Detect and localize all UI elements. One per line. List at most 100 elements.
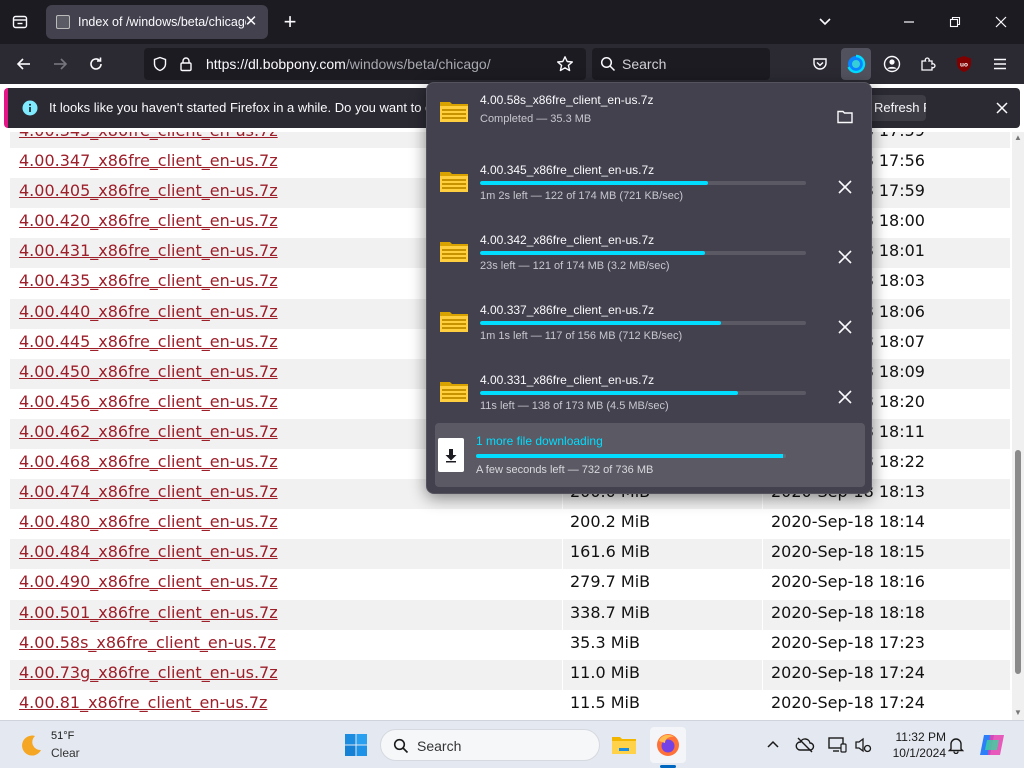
file-link[interactable]: 4.00.420_x86fre_client_en-us.7z <box>19 211 278 230</box>
open-folder-icon <box>837 110 853 124</box>
volume-tray-button[interactable] <box>851 733 875 757</box>
file-link[interactable]: 4.00.440_x86fre_client_en-us.7z <box>19 302 278 321</box>
scrollbar-thumb[interactable] <box>1015 450 1021 674</box>
system-clock[interactable]: 11:32 PM 10/1/2024 <box>880 729 946 761</box>
file-link[interactable]: 4.00.490_x86fre_client_en-us.7z <box>19 572 278 591</box>
downloads-panel: 4.00.58s_x86fre_client_en-us.7z Completed… <box>426 82 872 494</box>
pocket-button[interactable] <box>806 50 834 78</box>
file-link[interactable]: 4.00.501_x86fre_client_en-us.7z <box>19 603 278 622</box>
copilot-button[interactable] <box>976 729 1008 761</box>
hamburger-menu-icon <box>994 58 1006 70</box>
restore-icon <box>949 16 961 28</box>
close-window-button[interactable] <box>978 0 1024 44</box>
download-filename: 4.00.58s_x86fre_client_en-us.7z <box>480 93 654 107</box>
show-hidden-icons-button[interactable] <box>761 733 785 757</box>
file-link[interactable]: 4.00.345_x86fre_client_en-us.7z <box>19 132 278 140</box>
file-link[interactable]: 4.00.474_x86fre_client_en-us.7z <box>19 482 278 501</box>
cancel-download-button[interactable] <box>831 173 859 201</box>
taskbar-search[interactable]: Search <box>380 729 600 761</box>
file-link[interactable]: 4.00.431_x86fre_client_en-us.7z <box>19 241 278 260</box>
file-link[interactable]: 4.00.347_x86fre_client_en-us.7z <box>19 151 278 170</box>
tab-overflow-button[interactable] <box>812 10 838 34</box>
firefox-icon <box>657 734 679 756</box>
file-link[interactable]: 4.00.405_x86fre_client_en-us.7z <box>19 181 278 200</box>
archive-file-icon <box>440 382 468 402</box>
list-all-tabs-button[interactable] <box>0 0 40 44</box>
file-link[interactable]: 4.00.480_x86fre_client_en-us.7z <box>19 512 278 531</box>
tab-close-icon[interactable]: ✕ <box>242 13 260 31</box>
archive-file-icon <box>440 312 468 332</box>
notification-close-icon[interactable] <box>996 102 1008 114</box>
lock-icon[interactable] <box>178 56 194 72</box>
address-bar[interactable]: https://dl.bobpony.com/windows/beta/chic… <box>144 48 586 80</box>
forward-button[interactable] <box>46 50 74 78</box>
download-item[interactable]: 4.00.337_x86fre_client_en-us.7z 1m 1s lef… <box>435 295 865 357</box>
download-item[interactable]: 4.00.342_x86fre_client_en-us.7z 23s left … <box>435 225 865 287</box>
weather-temperature: 51°F <box>51 730 75 742</box>
display-tray-button[interactable] <box>825 733 849 757</box>
file-link[interactable]: 4.00.435_x86fre_client_en-us.7z <box>19 271 278 290</box>
column-divider <box>762 539 763 570</box>
column-divider <box>762 599 763 630</box>
scroll-up-icon[interactable]: ▲ <box>1014 134 1022 142</box>
file-link[interactable]: 4.00.73g_x86fre_client_en-us.7z <box>19 663 278 682</box>
tab-bar: Index of /windows/beta/chicago/ ✕ + <box>0 0 1024 44</box>
file-link[interactable]: 4.00.484_x86fre_client_en-us.7z <box>19 542 278 561</box>
pocket-icon <box>813 58 827 70</box>
file-explorer-taskbar-button[interactable] <box>606 727 642 763</box>
url-host: https://dl.bobpony.com <box>206 56 346 72</box>
file-link[interactable]: 4.00.445_x86fre_client_en-us.7z <box>19 332 278 351</box>
ublock-origin-button[interactable]: uo <box>950 50 978 78</box>
column-divider <box>562 659 563 690</box>
app-menu-button[interactable] <box>986 50 1014 78</box>
shield-icon[interactable] <box>152 56 168 72</box>
column-divider <box>762 509 763 540</box>
download-item[interactable]: 4.00.331_x86fre_client_en-us.7z 11s left … <box>435 365 865 427</box>
navigation-toolbar: https://dl.bobpony.com/windows/beta/chic… <box>0 44 1024 84</box>
back-button[interactable] <box>10 50 38 78</box>
cancel-download-button[interactable] <box>831 313 859 341</box>
show-in-folder-button[interactable] <box>831 103 859 131</box>
monitor-icon <box>828 737 847 753</box>
restore-button[interactable] <box>932 0 978 44</box>
file-link[interactable]: 4.00.58s_x86fre_client_en-us.7z <box>19 633 276 652</box>
download-file-type <box>439 239 469 263</box>
minimize-button[interactable] <box>886 0 932 44</box>
notifications-button[interactable] <box>944 733 968 757</box>
page-scrollbar[interactable]: ▲ ▼ <box>1012 132 1024 720</box>
cancel-download-button[interactable] <box>831 383 859 411</box>
column-divider <box>762 659 763 690</box>
search-bar[interactable]: Search <box>592 48 770 80</box>
file-link[interactable]: 4.00.462_x86fre_client_en-us.7z <box>19 422 278 441</box>
reload-icon <box>90 57 102 70</box>
download-item[interactable]: 4.00.58s_x86fre_client_en-us.7z Completed… <box>435 85 865 147</box>
weather-widget[interactable]: 51°F Clear <box>14 727 94 763</box>
reload-button[interactable] <box>82 50 110 78</box>
file-link[interactable]: 4.00.81_x86fre_client_en-us.7z <box>19 693 267 712</box>
column-divider <box>562 509 563 540</box>
ublock-shield-icon: uo <box>957 56 971 72</box>
minimize-icon <box>904 21 914 23</box>
firefox-taskbar-button[interactable] <box>650 727 686 763</box>
account-button[interactable] <box>878 50 906 78</box>
network-status-button[interactable] <box>793 733 817 757</box>
tab-active[interactable]: Index of /windows/beta/chicago/ ✕ <box>46 5 268 39</box>
more-downloads-summary[interactable]: 1 more file downloading A few seconds le… <box>435 423 865 487</box>
file-size: 279.7 MiB <box>570 572 651 592</box>
download-item[interactable]: 4.00.345_x86fre_client_en-us.7z 1m 2s lef… <box>435 155 865 217</box>
scroll-down-icon[interactable]: ▼ <box>1014 709 1022 717</box>
downloads-button[interactable] <box>841 48 871 80</box>
start-button[interactable] <box>338 727 374 763</box>
file-link[interactable]: 4.00.456_x86fre_client_en-us.7z <box>19 392 278 411</box>
chevron-up-icon <box>767 740 779 748</box>
windows-taskbar: 51°F Clear Search 11:32 PM 10/1/2024 <box>0 720 1024 768</box>
new-tab-button[interactable]: + <box>278 9 302 35</box>
file-link[interactable]: 4.00.450_x86fre_client_en-us.7z <box>19 362 278 381</box>
bookmark-star-icon[interactable] <box>556 55 574 73</box>
url-text[interactable]: https://dl.bobpony.com/windows/beta/chic… <box>206 56 491 72</box>
chevron-down-icon <box>819 18 831 26</box>
cancel-download-icon <box>838 250 852 264</box>
extensions-button[interactable] <box>914 50 942 78</box>
cancel-download-button[interactable] <box>831 243 859 271</box>
file-link[interactable]: 4.00.468_x86fre_client_en-us.7z <box>19 452 278 471</box>
